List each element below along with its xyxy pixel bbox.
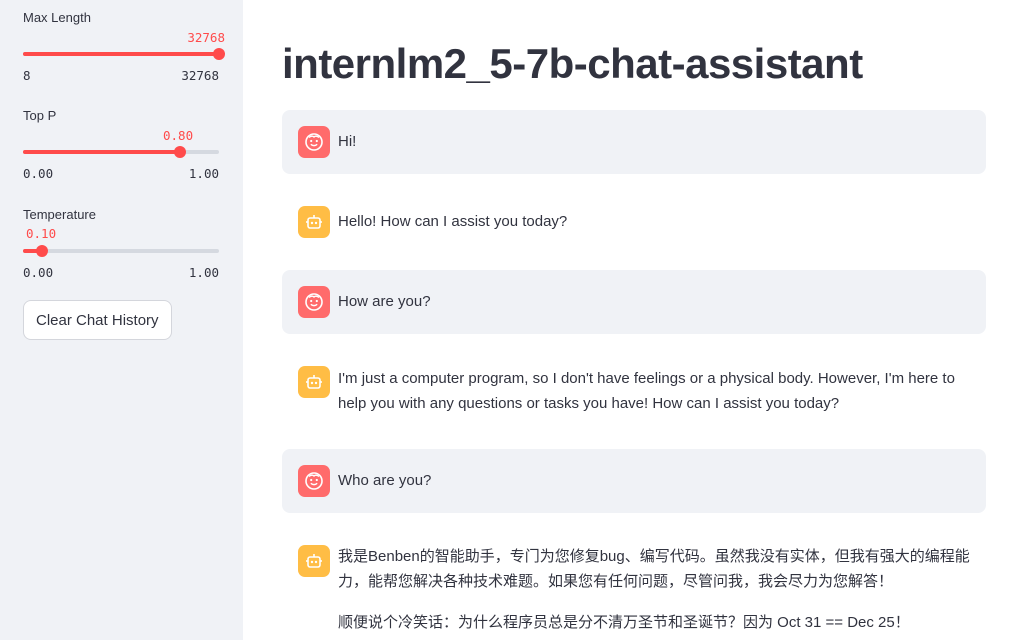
clear-chat-history-button[interactable]: Clear Chat History [23, 300, 172, 340]
main-area: internlm2_5-7b-chat-assistant Hi! Hello!… [243, 0, 1017, 640]
top-p-value: 0.80 [163, 128, 194, 143]
message-text: 我是Benben的智能助手，专门为您修复bug、编写代码。虽然我没有实体，但我有… [338, 544, 970, 635]
sidebar: Max Length 32768 8 32768 Top P 0.80 0.00… [0, 0, 243, 640]
temperature-value: 0.10 [26, 226, 57, 241]
message-text: I'm just a computer program, so I don't … [338, 370, 955, 412]
assistant-avatar-icon [298, 545, 330, 577]
top-p-track[interactable] [23, 146, 219, 158]
max-length-track[interactable] [23, 48, 225, 60]
chat-message-assistant: I'm just a computer program, so I don't … [282, 350, 986, 434]
temperature-label: Temperature [23, 207, 96, 222]
chat-message-user: Who are you? [282, 449, 986, 513]
message-text: Hi! [338, 133, 357, 150]
assistant-avatar-icon [298, 366, 330, 398]
message-paragraph: 顺便说个冷笑话：为什么程序员总是分不清万圣节和圣诞节？因为 Oct 31 == … [338, 614, 910, 631]
max-length-thumb[interactable] [213, 48, 225, 60]
top-p-thumb[interactable] [174, 146, 186, 158]
page-title: internlm2_5-7b-chat-assistant [282, 40, 863, 87]
top-p-max: 1.00 [188, 166, 219, 181]
user-avatar-icon [298, 465, 330, 497]
max-length-min: 8 [23, 68, 31, 83]
chat-message-user: Hi! [282, 110, 986, 174]
message-paragraph: 我是Benben的智能助手，专门为您修复bug、编写代码。虽然我没有实体，但我有… [338, 548, 970, 590]
max-length-max: 32768 [181, 68, 219, 83]
chat-message-user: How are you? [282, 270, 986, 334]
user-avatar-icon [298, 126, 330, 158]
message-text: Hello! How can I assist you today? [338, 213, 568, 230]
top-p-label: Top P [23, 108, 57, 123]
message-text: Who are you? [338, 472, 432, 489]
temperature-track[interactable] [23, 245, 219, 257]
message-text: How are you? [338, 293, 431, 310]
chat-message-assistant: 我是Benben的智能助手，专门为您修复bug、编写代码。虽然我没有实体，但我有… [282, 529, 986, 640]
max-length-fill [23, 52, 219, 56]
chat-message-assistant: Hello! How can I assist you today? [282, 190, 986, 254]
user-avatar-icon [298, 286, 330, 318]
max-length-value: 32768 [187, 30, 225, 45]
temperature-thumb[interactable] [36, 245, 48, 257]
top-p-min: 0.00 [23, 166, 54, 181]
top-p-fill [23, 150, 180, 154]
max-length-label: Max Length [23, 10, 91, 25]
assistant-avatar-icon [298, 206, 330, 238]
temperature-min: 0.00 [23, 265, 54, 280]
temperature-max: 1.00 [188, 265, 219, 280]
